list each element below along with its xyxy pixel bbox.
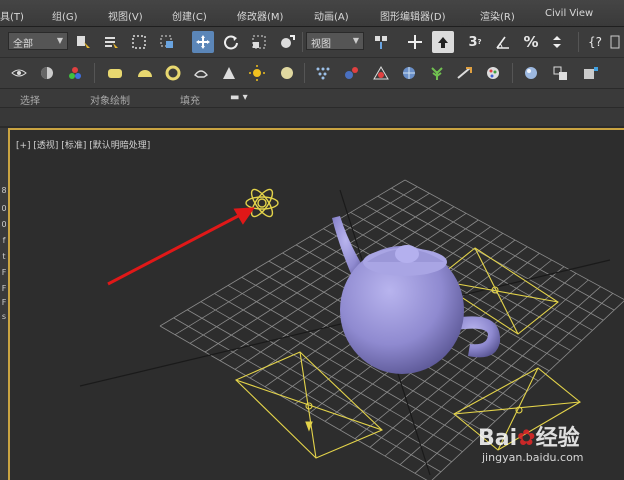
sphere-icon[interactable] xyxy=(134,62,156,84)
foliage-icon[interactable] xyxy=(426,62,448,84)
left-strip-glyph: 8 xyxy=(1,186,7,195)
toolbar-divider xyxy=(512,63,513,83)
watermark-logo-suffix: 经验 xyxy=(535,426,580,451)
watermark-logo-prefix: Bai xyxy=(478,426,518,451)
select-manipulate-icon[interactable] xyxy=(404,31,426,53)
teapot-icon[interactable] xyxy=(190,62,212,84)
named-selection-icon[interactable]: {? xyxy=(584,31,606,53)
light-icon[interactable] xyxy=(520,62,542,84)
tab-object-paint[interactable]: 对象绘制 xyxy=(90,92,130,107)
menu-tools[interactable]: 具(T) xyxy=(0,8,24,23)
sky-icon[interactable] xyxy=(276,62,298,84)
window-crossing-icon[interactable] xyxy=(156,31,178,53)
toolbar-divider xyxy=(302,32,303,52)
left-strip-glyph: F xyxy=(1,268,7,277)
left-strip-glyph: s xyxy=(1,312,7,321)
select-and-place-icon[interactable] xyxy=(276,31,298,53)
baidu-watermark-logo: Bai✿经验 xyxy=(478,420,580,452)
spinner-snap-icon[interactable] xyxy=(546,31,568,53)
toolbar-divider xyxy=(304,63,305,83)
menu-bar: 具(T) 组(G) 视图(V) 创建(C) 修改器(M) 动画(A) 图形编辑器… xyxy=(0,0,624,27)
toolbar-divider xyxy=(94,63,95,83)
keyboard-shortcut-icon[interactable] xyxy=(432,31,454,53)
extras-toolbar xyxy=(0,58,624,89)
reference-coordinate-value: 视图 xyxy=(311,39,331,50)
tab-selection[interactable]: 选择 xyxy=(20,92,40,107)
space-warp-icon[interactable] xyxy=(580,62,602,84)
ribbon-tabs: 选择 对象绘制 填充 ▬ ▾ xyxy=(0,89,624,108)
left-strip-glyph: 0 xyxy=(1,204,7,213)
menu-civil-view[interactable]: Civil View xyxy=(545,8,593,19)
select-by-name-icon[interactable] xyxy=(100,31,122,53)
snaps-toggle-icon[interactable]: 3? xyxy=(464,31,486,53)
annotation-arrow xyxy=(107,207,255,286)
tab-populate[interactable]: 填充 xyxy=(180,92,200,107)
torus-icon[interactable] xyxy=(162,62,184,84)
left-command-strip: 8 0 0 f t F F F s xyxy=(0,128,8,480)
physical-camera-icon[interactable] xyxy=(340,62,362,84)
select-object-icon[interactable] xyxy=(72,31,94,53)
chevron-down-icon: ▼ xyxy=(56,36,63,45)
menu-modifiers[interactable]: 修改器(M) xyxy=(237,8,283,23)
use-pivot-center-icon[interactable] xyxy=(370,31,392,53)
left-strip-glyph: F xyxy=(1,284,7,293)
sun-light-icon[interactable] xyxy=(246,62,268,84)
geosphere-icon[interactable] xyxy=(398,62,420,84)
teapot-object xyxy=(332,216,501,374)
rectangular-selection-icon[interactable] xyxy=(128,31,150,53)
menu-graph-editors[interactable]: 图形编辑器(D) xyxy=(380,8,446,23)
left-strip-glyph: t xyxy=(2,252,6,261)
select-and-rotate-icon[interactable] xyxy=(220,31,242,53)
render-setup-icon[interactable] xyxy=(8,62,30,84)
ribbon-options-icon[interactable]: ▬ ▾ xyxy=(230,92,248,103)
toolbar-divider xyxy=(578,32,579,52)
menu-animation[interactable]: 动画(A) xyxy=(314,8,349,23)
cone-icon[interactable] xyxy=(218,62,240,84)
left-strip-glyph: 0 xyxy=(1,220,7,229)
standard-primitives-icon[interactable] xyxy=(104,62,126,84)
percent-snap-icon[interactable]: % xyxy=(520,31,542,53)
material-editor-icon[interactable] xyxy=(36,62,58,84)
paw-icon: ✿ xyxy=(517,426,536,451)
render-frame-icon[interactable] xyxy=(64,62,86,84)
selection-filter-value: 全部 xyxy=(13,39,33,50)
main-toolbar: 全部 ▼ 视图 ▼ 3? % {? xyxy=(0,27,624,58)
select-and-scale-icon[interactable] xyxy=(248,31,270,53)
angle-snap-icon[interactable] xyxy=(492,31,514,53)
light-target-left-lower xyxy=(235,351,383,459)
ribbon-panel xyxy=(0,108,624,126)
render-icon[interactable] xyxy=(482,62,504,84)
camera-icon[interactable] xyxy=(550,62,572,84)
left-strip-glyph: f xyxy=(2,236,6,245)
left-strip-glyph: F xyxy=(1,298,7,307)
menu-views[interactable]: 视图(V) xyxy=(108,8,143,23)
select-and-move-icon[interactable] xyxy=(192,31,214,53)
omni-light-gizmo xyxy=(245,188,279,218)
menu-create[interactable]: 创建(C) xyxy=(172,8,207,23)
shape-icon[interactable] xyxy=(370,62,392,84)
reference-coordinate-dropdown[interactable]: 视图 ▼ xyxy=(306,32,364,50)
overflow-icon[interactable] xyxy=(606,31,624,53)
chevron-down-icon: ▼ xyxy=(352,36,359,45)
helper-icon[interactable] xyxy=(454,62,476,84)
menu-rendering[interactable]: 渲染(R) xyxy=(480,8,515,23)
particle-icon[interactable] xyxy=(312,62,334,84)
watermark-url: jingyan.baidu.com xyxy=(482,451,584,464)
menu-group[interactable]: 组(G) xyxy=(52,8,78,23)
selection-filter-dropdown[interactable]: 全部 ▼ xyxy=(8,32,68,50)
